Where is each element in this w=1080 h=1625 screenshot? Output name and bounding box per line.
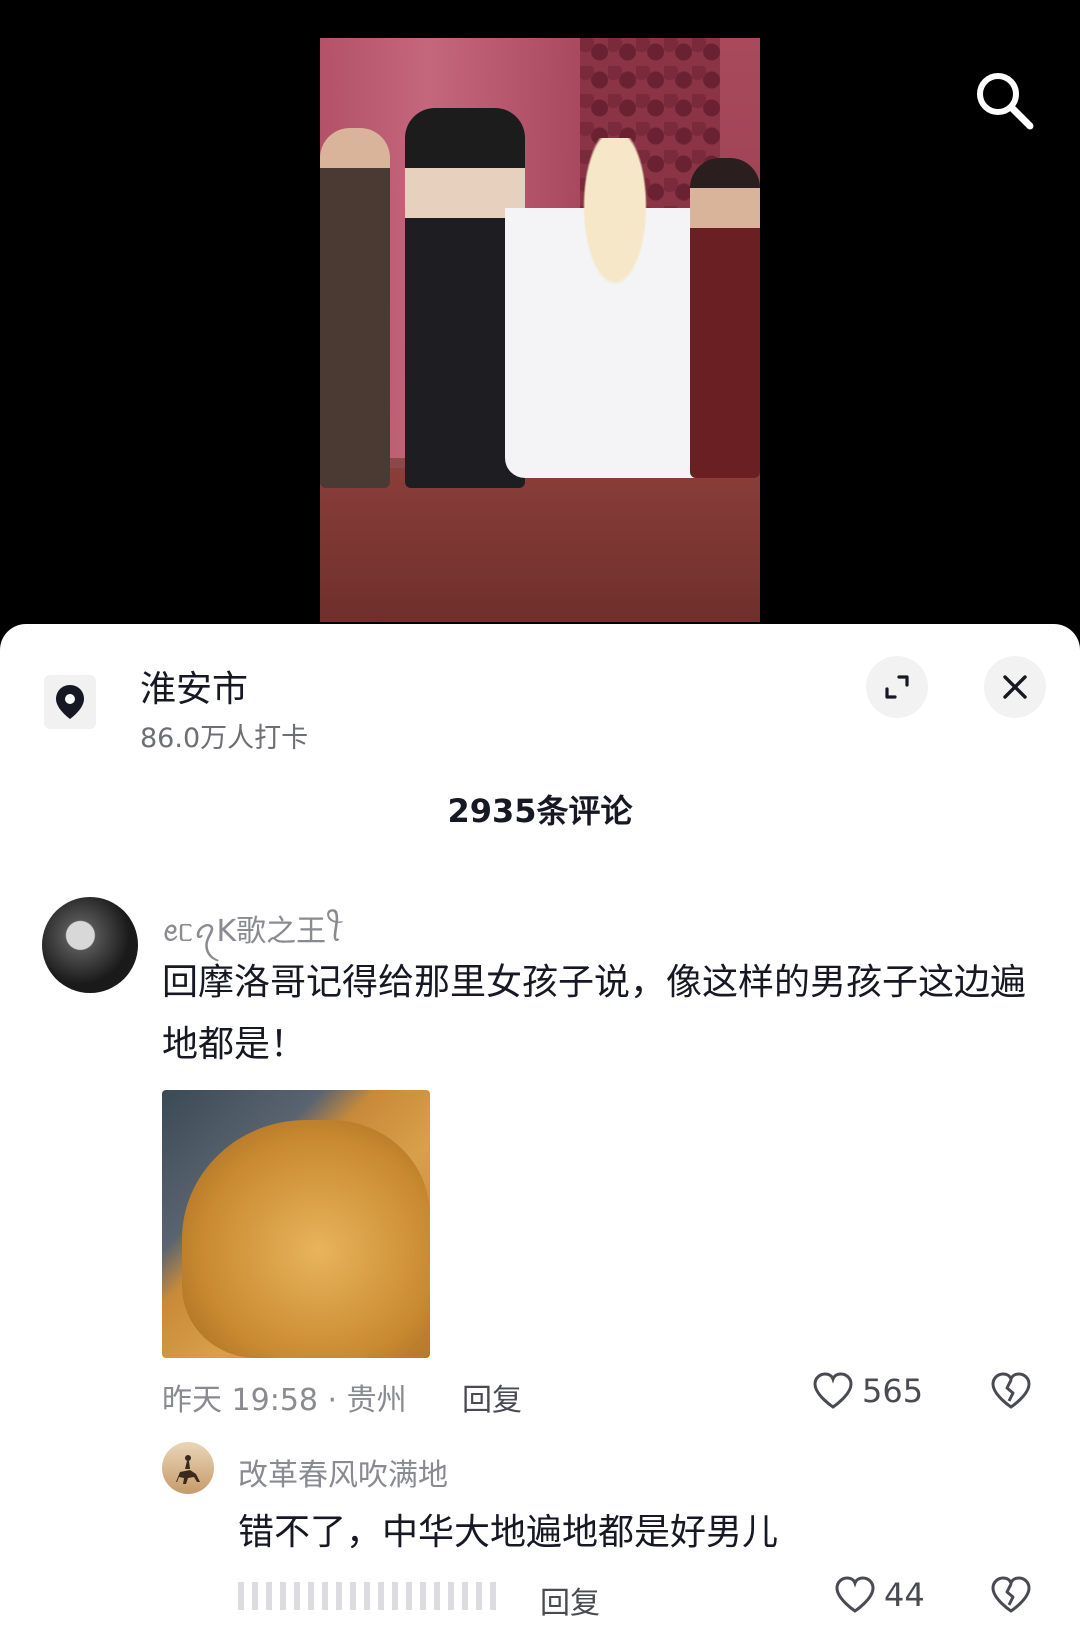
dog-face xyxy=(182,1120,430,1358)
close-icon xyxy=(1003,675,1027,699)
stage-floor xyxy=(320,468,760,622)
heart-icon xyxy=(835,1576,875,1613)
avatar[interactable] xyxy=(42,897,138,993)
reply-like-button[interactable]: 44 xyxy=(834,1576,925,1614)
reply-dislike-button[interactable] xyxy=(990,1576,1032,1618)
video-frame xyxy=(320,38,760,622)
search-button[interactable] xyxy=(972,68,1036,132)
broken-heart-icon xyxy=(991,1372,1031,1409)
comment-sticker-image[interactable] xyxy=(162,1090,430,1358)
location-badge[interactable] xyxy=(44,675,96,729)
like-button[interactable]: 565 xyxy=(812,1372,923,1410)
comment-region: 贵州 xyxy=(346,1383,407,1418)
reply-reply-button[interactable]: 回复 xyxy=(540,1578,600,1622)
location-checkins: 86.0万人打卡 xyxy=(140,723,309,754)
dislike-button[interactable] xyxy=(990,1372,1032,1414)
meta-separator: · xyxy=(327,1383,338,1418)
location-pin-icon xyxy=(56,685,84,719)
comment-time: 昨天 19:58 · 贵州 xyxy=(162,1375,407,1419)
reply-username[interactable]: 改革春风吹满地 xyxy=(238,1450,448,1494)
reply-button[interactable]: 回复 xyxy=(462,1375,522,1419)
like-count: 565 xyxy=(862,1372,924,1410)
comment-text: 回摩洛哥记得给那里女孩子说，像这样的男孩子这边遍地都是！ xyxy=(162,962,1027,1065)
broken-heart-icon xyxy=(991,1576,1031,1613)
expand-button[interactable] xyxy=(866,656,928,718)
search-icon xyxy=(977,73,1034,130)
reply-meta-placeholder xyxy=(238,1582,498,1610)
reply-like-count: 44 xyxy=(884,1576,925,1614)
comment-count: 2935条评论 xyxy=(447,792,633,830)
horse-rider-icon xyxy=(176,1455,200,1484)
figure-mother xyxy=(690,158,760,478)
close-button[interactable] xyxy=(984,656,1046,718)
video-player[interactable] xyxy=(0,0,1080,640)
comment-time-value: 昨天 19:58 xyxy=(162,1383,318,1418)
expand-icon xyxy=(885,675,909,699)
reply-text: 错不了，中华大地遍地都是好男儿 xyxy=(238,1512,779,1553)
reply-avatar[interactable] xyxy=(162,1442,214,1494)
heart-icon xyxy=(813,1372,853,1409)
location-name[interactable]: 淮安市 xyxy=(140,660,248,712)
figure-father xyxy=(320,128,390,488)
